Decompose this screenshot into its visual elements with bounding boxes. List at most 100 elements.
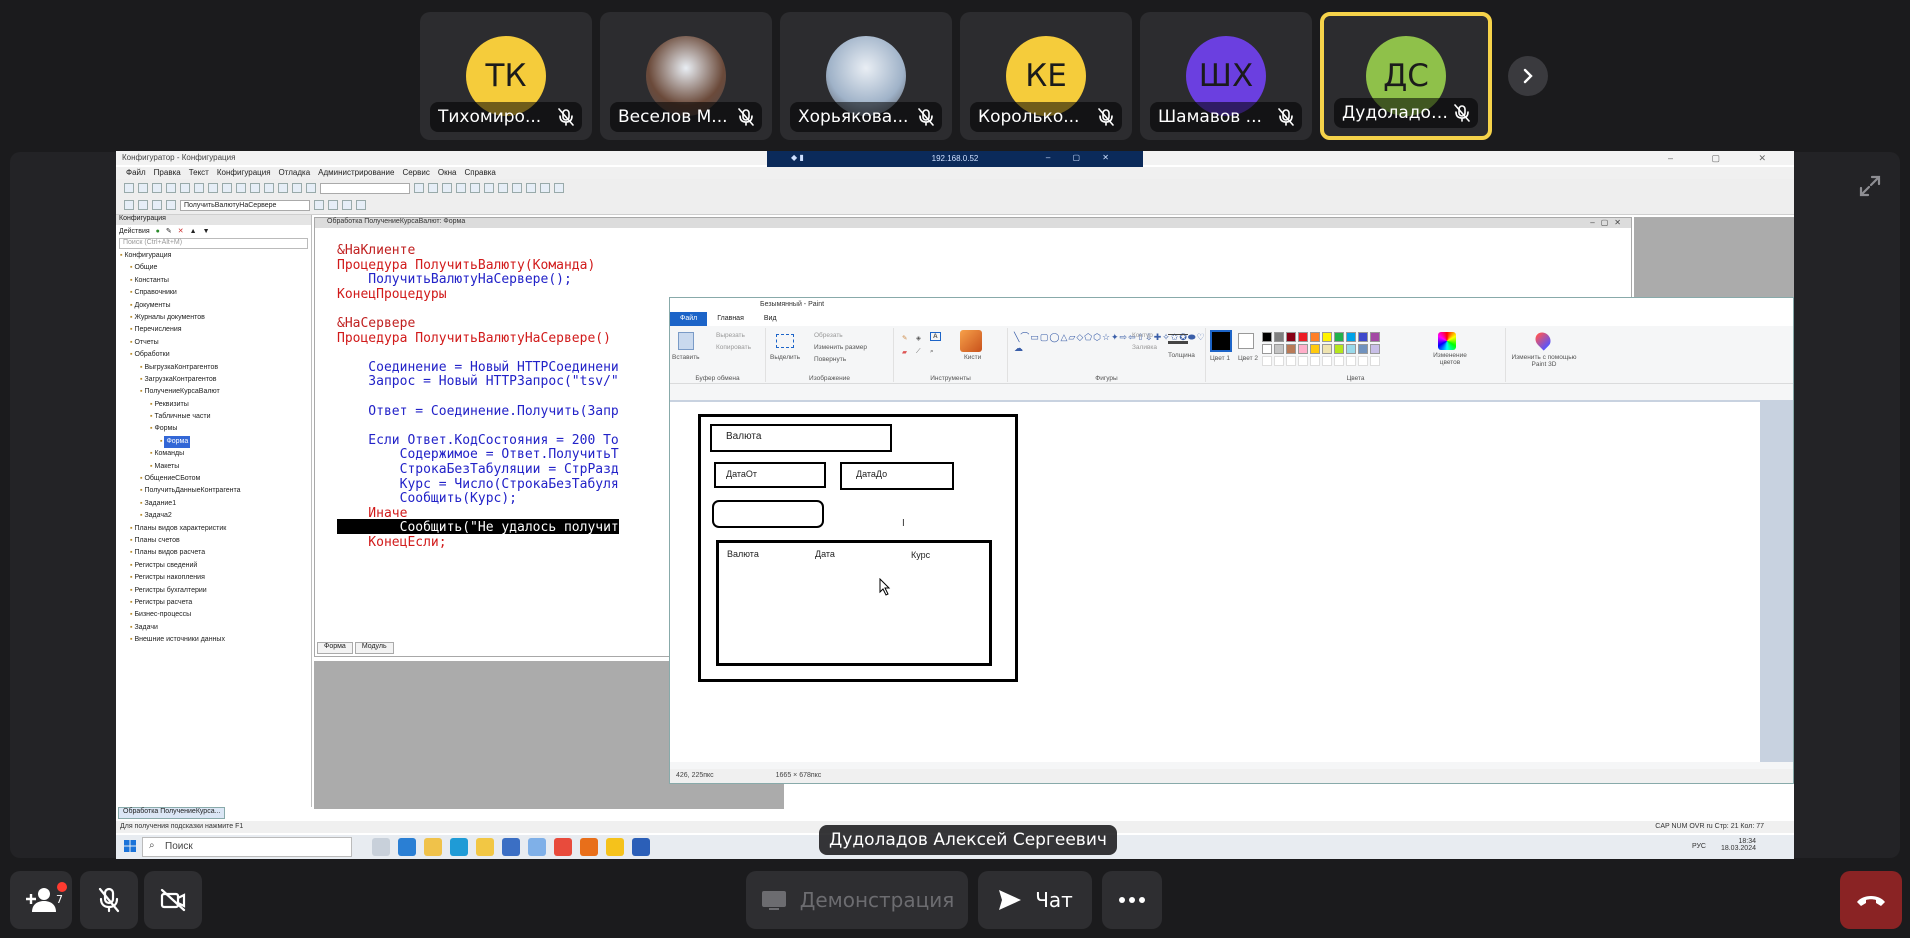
microphone-button[interactable] — [80, 871, 138, 929]
menu-item[interactable]: Правка — [154, 168, 181, 177]
tree-item[interactable]: ▪ Реквизиты — [120, 399, 311, 411]
color-swatch[interactable] — [1262, 332, 1272, 342]
fullscreen-button[interactable] — [1848, 164, 1892, 208]
edit-colors-button[interactable]: Изменение цветов — [1428, 352, 1472, 366]
tree-item[interactable]: ▪ Бизнес-процессы — [120, 609, 311, 621]
onec-icon[interactable] — [606, 838, 624, 856]
toolbar-icon[interactable] — [208, 183, 218, 193]
tree-item[interactable]: ▪ Формы — [120, 423, 311, 435]
tree-item[interactable]: ▪ Задача2 — [120, 510, 311, 522]
editor-tab[interactable]: Форма — [317, 642, 353, 654]
toolbar-icon[interactable] — [512, 183, 522, 193]
color-swatch[interactable] — [1286, 344, 1296, 354]
participants-button[interactable]: 7 — [10, 871, 72, 929]
end-call-button[interactable] — [1840, 871, 1902, 929]
custom-color-slot[interactable] — [1346, 356, 1356, 366]
menu-item[interactable]: Сервис — [402, 168, 429, 177]
tree-item[interactable]: ▪ ЗагрузкаКонтрагентов — [120, 374, 311, 386]
crop-button[interactable]: Обрезать — [814, 332, 843, 339]
menu-item[interactable]: Конфигурация — [217, 168, 271, 177]
select-icon[interactable] — [776, 334, 794, 348]
custom-color-slot[interactable] — [1370, 356, 1380, 366]
toolbar-icon[interactable] — [470, 183, 480, 193]
open-window-tab[interactable]: Обработка ПолучениеКурса... — [118, 807, 226, 819]
tree-item[interactable]: ▪ Планы видов характеристик — [120, 523, 311, 535]
fill-icon[interactable]: ◈ — [916, 334, 921, 342]
custom-color-slot[interactable] — [1262, 356, 1272, 366]
participant-tile[interactable]: ДСДудоладов А... — [1320, 12, 1492, 140]
text-icon[interactable]: A — [930, 332, 941, 341]
toolbar-icon[interactable] — [236, 183, 246, 193]
toolbar-icon[interactable] — [194, 183, 204, 193]
paint-icon[interactable] — [528, 838, 546, 856]
zoom-icon[interactable]: ⌕ — [930, 348, 934, 356]
custom-color-slot[interactable] — [1274, 356, 1284, 366]
color2-swatch[interactable] — [1238, 333, 1254, 349]
color-palette[interactable] — [1262, 332, 1432, 372]
color-swatch[interactable] — [1262, 344, 1272, 354]
toolbar-icon[interactable] — [456, 183, 466, 193]
tree-item[interactable]: ▪ Отчеты — [120, 337, 311, 349]
toolbar-icon[interactable] — [124, 183, 134, 193]
toolbar-icon[interactable] — [250, 183, 260, 193]
tree-item[interactable]: ▪ Задание1 — [120, 498, 311, 510]
toolbar-icon[interactable] — [180, 183, 190, 193]
taskbar-search[interactable]: ⌕ Поиск — [142, 837, 352, 857]
run-icon[interactable] — [314, 200, 324, 210]
brushes-button[interactable]: Кисти — [964, 354, 981, 361]
color-swatch[interactable] — [1310, 344, 1320, 354]
task-view-icon[interactable] — [372, 838, 390, 856]
module-window-controls[interactable]: –▢✕ — [1590, 218, 1627, 227]
debug-icon[interactable] — [328, 200, 338, 210]
thickness-button[interactable]: Толщина — [1168, 352, 1195, 359]
toolbar-icon[interactable] — [498, 183, 508, 193]
toolbar-icon[interactable] — [264, 183, 274, 193]
outline-button[interactable]: Контур — [1132, 332, 1153, 339]
tree-item[interactable]: ▪ Регистры накопления — [120, 572, 311, 584]
picker-icon[interactable]: ⟋ — [916, 348, 921, 356]
toolbar-icon[interactable] — [166, 183, 176, 193]
code-editor[interactable]: &НаКлиенте Процедура ПолучитьВалюту(Коман… — [337, 242, 619, 550]
rdp-controls[interactable]: – ▢ ✕ — [1046, 153, 1119, 162]
toolbar-icon[interactable] — [428, 183, 438, 193]
custom-color-slot[interactable] — [1334, 356, 1344, 366]
toolbar-icon[interactable] — [540, 183, 550, 193]
rotate-button[interactable]: Повернуть — [814, 356, 846, 363]
resize-button[interactable]: Изменить размер — [814, 344, 867, 351]
shapes-gallery[interactable]: ╲⌒▭▢◯△▱◇⬠⬡☆✦⇨⇦⇧⇩✚✧✩✪⬬♡☁ — [1014, 332, 1205, 354]
ribbon-tab[interactable]: Главная — [707, 312, 754, 326]
configurator-icon[interactable] — [424, 838, 442, 856]
next-participants-button[interactable] — [1508, 56, 1548, 96]
tree-item[interactable]: ▪ Команды — [120, 448, 311, 460]
color-swatch[interactable] — [1334, 344, 1344, 354]
document-icon[interactable] — [632, 838, 650, 856]
tree-item[interactable]: ▪ Конфигурация — [120, 250, 311, 262]
pencil-icon[interactable]: ✎ — [902, 334, 907, 342]
window-controls[interactable]: – ▢ ✕ — [1668, 153, 1784, 164]
mail-icon[interactable] — [398, 838, 416, 856]
color-swatch[interactable] — [1274, 344, 1284, 354]
toolbar-icon[interactable] — [292, 183, 302, 193]
participant-tile[interactable]: ТК Тихомиро... — [420, 12, 592, 140]
tree-item[interactable]: ▪ Регистры сведений — [120, 560, 311, 572]
brushes-icon[interactable] — [960, 330, 982, 352]
ribbon-tab[interactable]: Файл — [670, 312, 708, 326]
system-tray[interactable]: РУС 18:34 18.03.2024 — [1692, 838, 1786, 852]
tree-item[interactable]: ▪ Обработки — [120, 349, 311, 361]
participant-tile[interactable]: ШХ Шамавов ... — [1140, 12, 1312, 140]
drawing-canvas[interactable]: Валюта ДатаОт ДатаДо I Валюта Дата Курс — [670, 402, 1760, 762]
color-swatch[interactable] — [1310, 332, 1320, 342]
toolbar-icon[interactable] — [152, 183, 162, 193]
tree-item[interactable]: ▪ Журналы документов — [120, 312, 311, 324]
windows-start-icon[interactable] — [124, 840, 136, 852]
menu-item[interactable]: Текст — [189, 168, 209, 177]
select-button[interactable]: Выделить — [770, 354, 800, 361]
tree-item[interactable]: ▪ ОбщениеСБотом — [120, 473, 311, 485]
color-swatch[interactable] — [1298, 344, 1308, 354]
app-icon[interactable] — [502, 838, 520, 856]
tree-item[interactable]: ▪ Регистры бухгалтерии — [120, 585, 311, 597]
add-icon[interactable]: ● — [156, 228, 160, 235]
tree-item[interactable]: ▪ Табличные части — [120, 411, 311, 423]
color-swatch[interactable] — [1358, 332, 1368, 342]
uncomment-icon[interactable] — [356, 200, 366, 210]
